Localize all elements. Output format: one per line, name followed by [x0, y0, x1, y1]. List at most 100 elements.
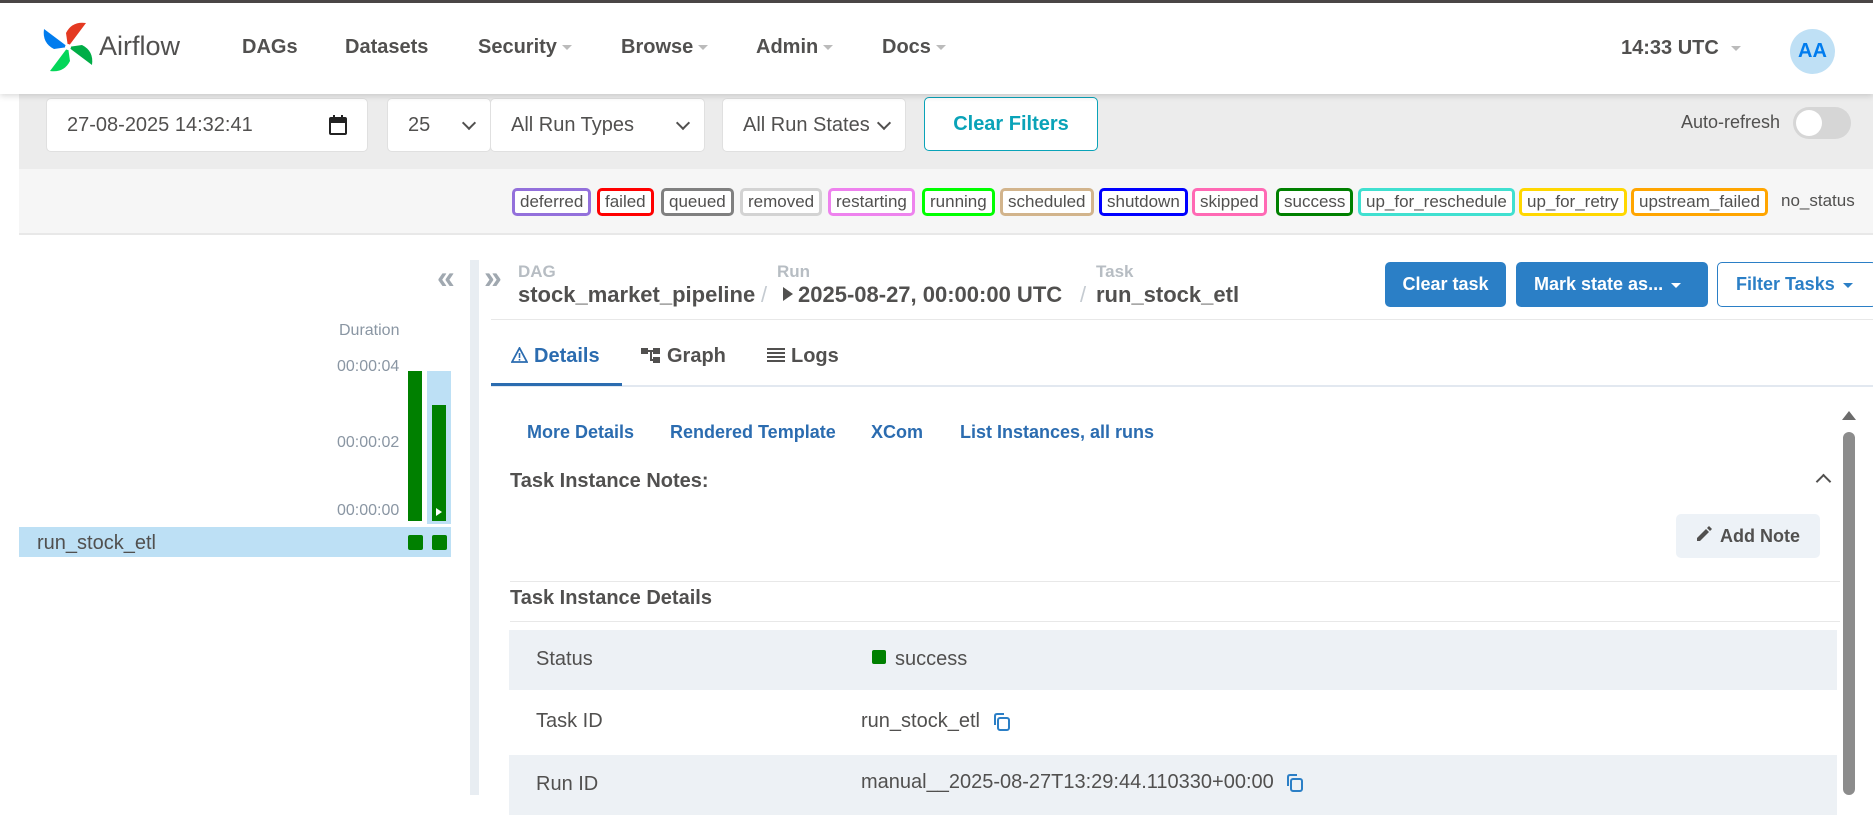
chevron-down-icon [876, 115, 892, 131]
breadcrumb-task[interactable]: run_stock_etl [1096, 282, 1239, 308]
warning-icon [510, 346, 529, 363]
add-note-button[interactable]: Add Note [1676, 514, 1820, 558]
legend-up-for-retry[interactable]: up_for_retry [1519, 188, 1627, 216]
breadcrumb-dag-label: DAG [518, 262, 556, 281]
tab-details[interactable]: Details [510, 345, 600, 368]
duration-axis-label: Duration [339, 322, 400, 339]
legend-restarting[interactable]: restarting [828, 188, 915, 216]
legend-running[interactable]: running [922, 188, 995, 216]
chevron-up-icon[interactable] [1815, 473, 1832, 490]
task-name[interactable]: run_stock_etl [37, 532, 156, 555]
scroll-up-arrow[interactable] [1842, 411, 1856, 420]
rendered-template-link[interactable]: Rendered Template [670, 422, 836, 443]
nav-admin[interactable]: Admin [756, 36, 834, 59]
nav-security[interactable]: Security [478, 36, 572, 59]
run-types-select[interactable]: All Run Types [490, 98, 705, 152]
task-notes-title: Task Instance Notes: [510, 470, 709, 492]
expand-icon[interactable]: » [484, 259, 502, 296]
active-tab-indicator [491, 383, 622, 386]
brand-name[interactable]: Airflow [99, 31, 180, 62]
task-instance-status[interactable] [432, 535, 447, 550]
nav-browse[interactable]: Browse [621, 36, 709, 59]
tab-graph[interactable]: Graph [641, 345, 726, 368]
legend-deferred[interactable]: deferred [512, 188, 592, 216]
run-play-icon [783, 287, 793, 301]
num-runs-select[interactable]: 25 [387, 98, 491, 152]
clear-filters-button[interactable]: Clear Filters [924, 97, 1098, 151]
run-duration-bar[interactable] [408, 371, 422, 521]
panel-resizer[interactable] [470, 260, 479, 795]
autorefresh-label: Auto-refresh [1681, 112, 1781, 132]
status-legend: deferred failed queued removed restartin… [19, 169, 1873, 235]
detail-value: success [895, 648, 968, 670]
copy-icon[interactable] [1285, 773, 1305, 793]
legend-queued[interactable]: queued [661, 188, 734, 216]
tabs-divider [491, 385, 1873, 387]
divider [491, 319, 1873, 320]
filters-bar: 27-08-2025 14:32:41 25 All Run Types All… [19, 94, 1873, 169]
nav-datasets[interactable]: Datasets [345, 36, 428, 59]
legend-removed[interactable]: removed [740, 188, 823, 216]
legend-shutdown[interactable]: shutdown [1099, 188, 1188, 216]
detail-row-run-id: Run ID manual__2025-08-27T13:29:44.11033… [509, 755, 1837, 815]
toggle-knob [1796, 110, 1822, 136]
detail-label: Status [536, 648, 593, 670]
breadcrumb-separator: / [761, 282, 768, 307]
legend-success[interactable]: success [1276, 188, 1354, 216]
chevron-down-icon [675, 115, 691, 131]
chevron-down-icon [823, 45, 834, 51]
pencil-icon [1697, 526, 1712, 541]
tab-logs[interactable]: Logs [767, 345, 839, 368]
status-indicator [872, 650, 886, 664]
list-instances-link[interactable]: List Instances, all runs [960, 422, 1154, 443]
duration-tick: 00:00:00 [337, 502, 400, 519]
play-icon [436, 508, 442, 516]
legend-no-status[interactable]: no_status [1781, 191, 1855, 211]
clear-task-button[interactable]: Clear task [1385, 262, 1506, 307]
breadcrumb-dag[interactable]: stock_market_pipeline [518, 282, 755, 308]
airflow-logo-icon[interactable] [40, 19, 96, 75]
xcom-link[interactable]: XCom [871, 422, 923, 443]
legend-up-for-reschedule[interactable]: up_for_reschedule [1358, 188, 1515, 216]
chevron-down-icon [1671, 282, 1682, 288]
chevron-down-icon [1842, 282, 1853, 288]
divider [510, 581, 1840, 582]
detail-value: run_stock_etl [861, 710, 1012, 733]
breadcrumb-run-label: Run [777, 262, 811, 281]
detail-value: manual__2025-08-27T13:29:44.110330+00:00 [861, 771, 1305, 794]
detail-row-task-id: Task ID run_stock_etl [509, 692, 1837, 752]
breadcrumb-run[interactable]: 2025-08-27, 00:00:00 UTC [798, 282, 1062, 308]
scrollbar-thumb[interactable] [1843, 432, 1855, 795]
more-details-link[interactable]: More Details [527, 422, 634, 443]
duration-tick: 00:00:04 [337, 358, 400, 375]
legend-skipped[interactable]: skipped [1192, 188, 1267, 216]
run-states-select[interactable]: All Run States [722, 98, 906, 152]
run-duration-bar[interactable] [432, 405, 446, 521]
top-navbar: Airflow DAGs Datasets Security Browse Ad… [0, 0, 1873, 94]
graph-icon [641, 348, 660, 363]
chevron-down-icon [561, 45, 572, 51]
collapse-grid-icon[interactable]: « [437, 259, 455, 296]
duration-tick: 00:00:02 [337, 434, 400, 451]
chevron-down-icon [698, 45, 709, 51]
calendar-icon[interactable] [329, 115, 347, 135]
user-avatar[interactable]: AA [1790, 29, 1835, 74]
task-instance-status[interactable] [408, 535, 423, 550]
legend-failed[interactable]: failed [597, 188, 654, 216]
breadcrumb-separator: / [1080, 282, 1087, 307]
legend-upstream-failed[interactable]: upstream_failed [1631, 188, 1768, 216]
base-date-input[interactable]: 27-08-2025 14:32:41 [46, 98, 368, 152]
detail-label: Run ID [536, 773, 599, 795]
detail-label: Task ID [536, 710, 603, 732]
utc-clock[interactable]: 14:33 UTC [1621, 37, 1741, 60]
nav-docs[interactable]: Docs [882, 36, 946, 59]
chevron-down-icon [1730, 46, 1741, 52]
divider [510, 621, 1840, 622]
mark-state-button[interactable]: Mark state as... [1516, 262, 1708, 307]
filter-tasks-button[interactable]: Filter Tasks [1717, 262, 1873, 307]
task-details-title: Task Instance Details [510, 587, 712, 609]
autorefresh-toggle[interactable] [1793, 107, 1851, 139]
nav-dags[interactable]: DAGs [242, 36, 298, 59]
copy-icon[interactable] [992, 712, 1012, 732]
legend-scheduled[interactable]: scheduled [1000, 188, 1094, 216]
